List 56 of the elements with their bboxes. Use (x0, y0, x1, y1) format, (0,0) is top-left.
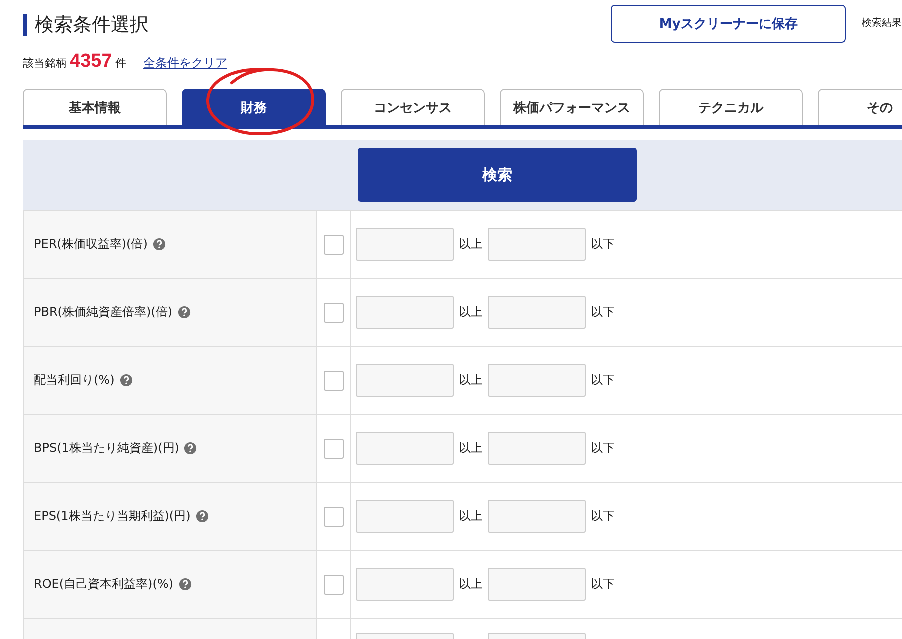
help-icon[interactable] (152, 238, 166, 251)
min-suffix: 以上 (459, 304, 483, 321)
min-suffix: 以上 (459, 576, 483, 593)
max-input-field[interactable] (488, 500, 586, 533)
condition-checkbox[interactable] (324, 370, 344, 390)
max-input-field[interactable] (488, 432, 586, 465)
min-suffix: 以上 (459, 372, 483, 389)
condition-label: ROE(自己資本利益率)(%) (34, 576, 174, 593)
page-title: 検索条件選択 (23, 14, 600, 36)
category-tab[interactable]: 財務 (182, 89, 326, 125)
condition-label: PER(株価収益率)(倍) (34, 236, 148, 253)
max-input-field[interactable] (488, 296, 586, 329)
min-suffix: 以上 (459, 236, 483, 253)
condition-checkbox[interactable] (324, 302, 344, 322)
max-suffix: 以下 (591, 508, 615, 525)
condition-label: EPS(1株当たり当期利益)(円) (34, 508, 191, 525)
condition-label: PBR(株価純資産倍率)(倍) (34, 304, 173, 321)
condition-label: BPS(1株当たり純資産)(円) (34, 440, 180, 457)
min-suffix: 以上 (459, 508, 483, 525)
help-icon[interactable] (184, 442, 198, 455)
max-input-field[interactable] (488, 364, 586, 397)
count-label: 該当銘柄 (23, 56, 67, 71)
condition-checkbox[interactable] (324, 234, 344, 254)
help-icon[interactable] (196, 510, 209, 523)
category-tab[interactable]: 基本情報 (23, 89, 167, 125)
category-tab[interactable]: 株価パフォーマンス (500, 89, 644, 125)
search-results-link[interactable]: 検索結果 (862, 16, 902, 30)
max-input-field[interactable] (488, 568, 586, 601)
save-to-screener-button[interactable]: Myスクリーナーに保存 (611, 4, 846, 42)
help-icon[interactable] (178, 306, 191, 319)
min-input-field[interactable] (356, 228, 454, 261)
min-input-field[interactable] (356, 296, 454, 329)
max-suffix: 以下 (591, 372, 615, 389)
max-suffix: 以下 (591, 576, 615, 593)
help-icon[interactable] (120, 374, 133, 387)
condition-label: 配当利回り(%) (34, 372, 115, 389)
help-icon[interactable] (178, 578, 192, 591)
search-button[interactable]: 検索 (358, 148, 637, 202)
min-input-field[interactable] (356, 364, 454, 397)
max-suffix: 以下 (591, 304, 615, 321)
clear-all-link[interactable]: 全条件をクリア (143, 55, 228, 72)
condition-checkbox[interactable] (324, 506, 344, 526)
condition-checkbox[interactable] (324, 438, 344, 458)
condition-checkbox[interactable] (324, 574, 344, 594)
max-suffix: 以下 (591, 236, 615, 253)
count-unit: 件 (115, 56, 126, 71)
max-suffix: 以下 (591, 440, 615, 457)
max-input-field[interactable] (488, 228, 586, 261)
category-tab[interactable]: テクニカル (659, 89, 803, 125)
min-suffix: 以上 (459, 440, 483, 457)
category-tab[interactable]: コンセンサス (341, 89, 485, 125)
min-input-field[interactable] (356, 432, 454, 465)
min-input-field[interactable] (356, 500, 454, 533)
min-input-field[interactable] (356, 568, 454, 601)
category-tab[interactable]: その (818, 89, 902, 125)
count-value: 4357 (70, 51, 112, 73)
